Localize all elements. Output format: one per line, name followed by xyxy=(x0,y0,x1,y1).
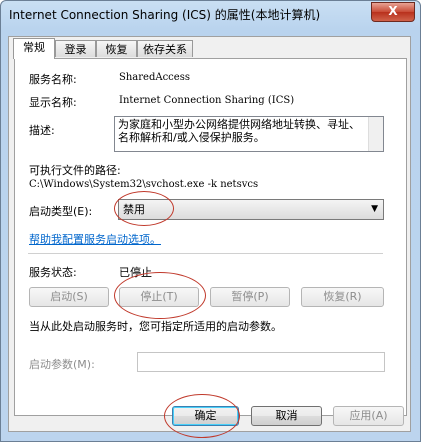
chevron-down-icon: ▼ xyxy=(371,204,378,214)
description-label: 描述: xyxy=(29,124,55,137)
annotation-circle-startup-type xyxy=(114,191,174,226)
description-field[interactable]: 为家庭和小型办公网络提供网络地址转换、寻址、名称解析和/或入侵保护服务。 xyxy=(114,116,384,152)
service-name-label: 服务名称: xyxy=(29,73,77,86)
service-name-value: SharedAccess xyxy=(119,72,190,83)
pause-button[interactable]: 暂停(P) xyxy=(210,287,290,307)
display-name-value: Internet Connection Sharing (ICS) xyxy=(119,95,295,106)
window-title: Internet Connection Sharing (ICS) 的属性(本地… xyxy=(9,8,321,22)
cancel-button[interactable]: 取消 xyxy=(251,406,322,426)
startup-params-hint: 当从此处启动服务时，您可指定所适用的启动参数。 xyxy=(29,320,282,333)
start-button[interactable]: 启动(S) xyxy=(29,287,109,307)
close-button[interactable]: X xyxy=(371,2,415,22)
resume-button[interactable]: 恢复(R) xyxy=(301,287,384,307)
display-name-label: 显示名称: xyxy=(29,96,77,109)
annotation-circle-stop xyxy=(114,272,206,319)
tab-dependencies[interactable]: 依存关系 xyxy=(137,40,193,57)
startup-type-label: 启动类型(E): xyxy=(29,205,93,218)
exec-path-label: 可执行文件的路径: xyxy=(29,164,121,177)
description-text: 为家庭和小型办公网络提供网络地址转换、寻址、名称解析和/或入侵保护服务。 xyxy=(118,118,360,144)
tab-recovery[interactable]: 恢复 xyxy=(96,40,137,57)
tab-logon[interactable]: 登录 xyxy=(55,40,96,57)
annotation-circle-ok xyxy=(164,394,240,438)
divider xyxy=(28,253,383,254)
startup-params-label: 启动参数(M): xyxy=(29,358,95,371)
exec-path-value: C:\Windows\System32\svchost.exe -k netsv… xyxy=(29,179,259,190)
startup-params-input[interactable] xyxy=(137,352,385,372)
service-status-label: 服务状态: xyxy=(29,266,77,279)
tab-general[interactable]: 常规 xyxy=(13,38,55,59)
help-configure-link[interactable]: 帮助我配置服务启动选项。 xyxy=(29,231,161,247)
description-scrollbar[interactable] xyxy=(368,117,383,151)
apply-button[interactable]: 应用(A) xyxy=(333,406,404,426)
